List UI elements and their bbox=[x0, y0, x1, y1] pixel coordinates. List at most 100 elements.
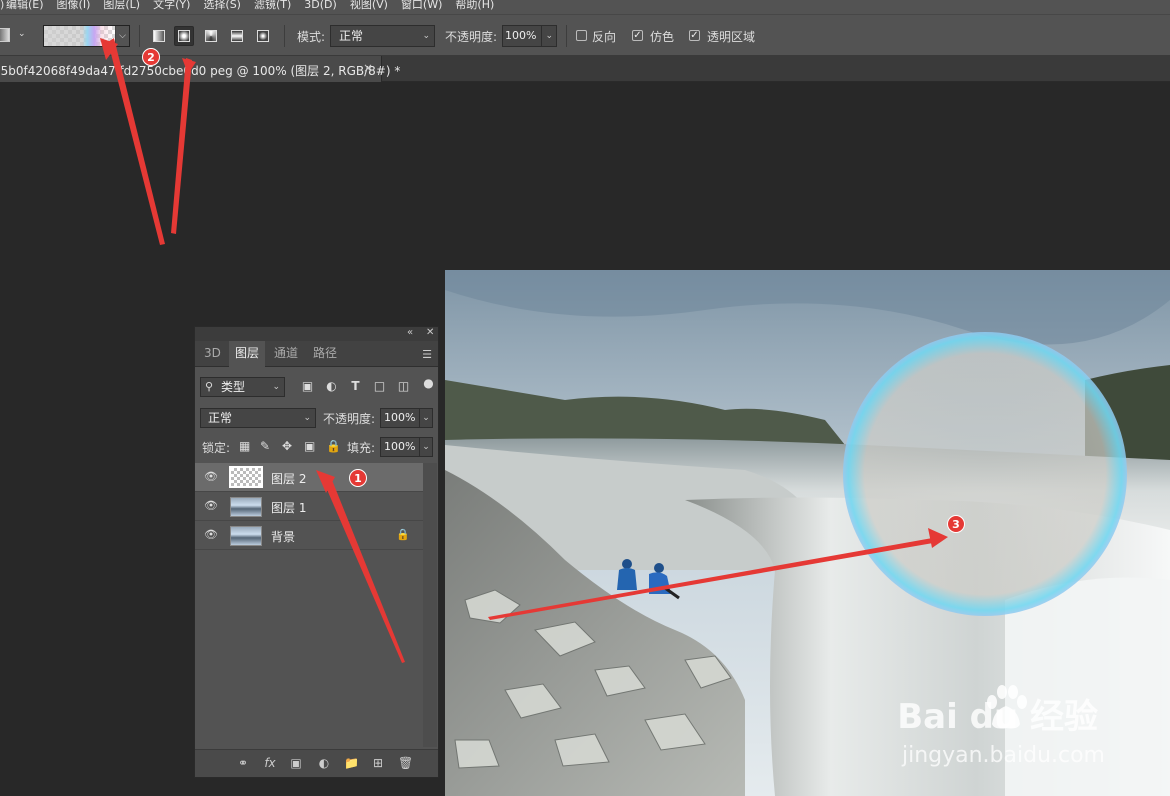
panel-menu-icon[interactable]: ☰ bbox=[422, 348, 432, 361]
layer-thumbnail bbox=[230, 526, 262, 546]
filter-type-value: 类型 bbox=[221, 380, 246, 394]
lock-transparent-pixels-icon[interactable]: ▦ bbox=[239, 439, 250, 453]
smart-object-filter-icon[interactable]: ◫ bbox=[397, 380, 410, 393]
angle-gradient-icon bbox=[205, 30, 217, 42]
reverse-checkbox[interactable] bbox=[576, 30, 587, 41]
menu-select[interactable]: 选择(S) bbox=[203, 0, 241, 10]
options-bar: ⌄ ⌵ 模式: 正常 ⌄ 不透明度: 100% ⌄ 反向 ✓ 仿色 ✓ 透明区域 bbox=[0, 14, 1170, 56]
layer-row-background[interactable]: 👁 背景 🔒 bbox=[195, 521, 423, 550]
tab-layers[interactable]: 图层 bbox=[229, 341, 266, 367]
reflected-gradient-icon bbox=[231, 30, 243, 42]
layer-name[interactable]: 图层 1 bbox=[271, 499, 306, 516]
lock-all-icon[interactable]: 🔒 bbox=[326, 439, 341, 453]
fill-label: 填充: bbox=[347, 441, 376, 455]
blend-mode-select[interactable]: 正常 ⌄ bbox=[200, 408, 316, 428]
layer-name[interactable]: 图层 2 bbox=[271, 470, 306, 487]
canvas-image[interactable]: Bai du 经验 jingyan.baidu.com bbox=[445, 270, 1170, 796]
visibility-eye-icon[interactable]: 👁 bbox=[204, 528, 218, 542]
fill-input[interactable]: 100% bbox=[380, 437, 420, 457]
close-icon[interactable]: × bbox=[363, 61, 373, 75]
type-filter-icon[interactable]: T bbox=[349, 380, 362, 393]
layer-name[interactable]: 背景 bbox=[271, 528, 295, 545]
link-layers-icon[interactable]: ⚭ bbox=[236, 756, 250, 770]
new-layer-icon[interactable]: ⊞ bbox=[371, 756, 385, 770]
reflected-gradient-button[interactable] bbox=[227, 26, 247, 46]
menu-layer[interactable]: 图层(L) bbox=[103, 0, 140, 10]
mode-select[interactable]: 正常 ⌄ bbox=[330, 25, 435, 47]
menu-type[interactable]: 文字(Y) bbox=[153, 0, 190, 10]
watermark-brand: Bai du 经验 bbox=[897, 697, 1098, 737]
menu-window[interactable]: 窗口(W) bbox=[401, 0, 442, 10]
menu-filter[interactable]: 滤镜(T) bbox=[254, 0, 291, 10]
lock-artboard-icon[interactable]: ▣ bbox=[304, 439, 315, 453]
radial-gradient-button[interactable] bbox=[174, 26, 194, 46]
layer-opacity-value: 100% bbox=[384, 411, 416, 424]
tool-preset-chevron-icon[interactable]: ⌄ bbox=[18, 29, 26, 39]
trash-icon[interactable]: 🗑 bbox=[398, 756, 413, 770]
collapse-icon[interactable]: « bbox=[407, 327, 413, 338]
panel-tabs: 3D 图层 通道 路径 ☰ bbox=[195, 341, 438, 367]
layer-thumbnail bbox=[230, 497, 262, 517]
layer-filter-row: ⚲ 类型 ⌄ ▣ ◐ T □ ◫ ● bbox=[195, 375, 438, 399]
linear-gradient-button[interactable] bbox=[149, 26, 169, 46]
layer-opacity-input[interactable]: 100% bbox=[380, 408, 420, 428]
tab-paths[interactable]: 路径 bbox=[307, 341, 343, 367]
chevron-down-icon[interactable]: ⌄ bbox=[419, 437, 433, 457]
tab-channels[interactable]: 通道 bbox=[268, 341, 304, 367]
layers-panel: « ✕ 3D 图层 通道 路径 ☰ ⚲ 类型 ⌄ ▣ ◐ T □ ◫ ● 正常 bbox=[194, 326, 439, 778]
search-icon: ⚲ bbox=[205, 380, 214, 393]
menu-view[interactable]: 视图(V) bbox=[350, 0, 388, 10]
filter-type-select[interactable]: ⚲ 类型 ⌄ bbox=[200, 377, 285, 397]
opacity-input[interactable]: 100% bbox=[502, 25, 542, 47]
document-tab[interactable]: b5b0f42068f49da47 fd2750cbe0d0 peg @ 100… bbox=[0, 56, 400, 82]
gradient-tool-icon[interactable] bbox=[0, 28, 10, 42]
divider bbox=[284, 25, 285, 47]
image-filter-icon[interactable]: ▣ bbox=[301, 380, 314, 393]
adjustment-layer-icon[interactable]: ◐ bbox=[317, 756, 331, 770]
diamond-gradient-icon bbox=[257, 30, 269, 42]
lock-image-pixels-icon[interactable]: ✎ bbox=[260, 439, 270, 453]
chevron-down-icon[interactable]: ⌄ bbox=[419, 408, 433, 428]
blend-mode-value: 正常 bbox=[208, 411, 233, 425]
add-mask-icon[interactable]: ▣ bbox=[289, 756, 303, 770]
chevron-down-icon: ⌄ bbox=[545, 31, 553, 41]
dither-checkbox[interactable]: ✓ bbox=[632, 30, 643, 41]
angle-gradient-button[interactable] bbox=[201, 26, 221, 46]
blend-row: 正常 ⌄ 不透明度: 100% ⌄ bbox=[195, 406, 438, 430]
menu-image[interactable]: 图像(I) bbox=[57, 0, 91, 10]
menu-bar: ) 编辑(E) 图像(I) 图层(L) 文字(Y) 选择(S) 滤镜(T) 3D… bbox=[0, 0, 1170, 14]
photoshop-window: ) 编辑(E) 图像(I) 图层(L) 文字(Y) 选择(S) 滤镜(T) 3D… bbox=[0, 0, 1170, 796]
opacity-value: 100% bbox=[505, 29, 537, 42]
layer-row-layer-1[interactable]: 👁 图层 1 bbox=[195, 492, 423, 521]
visibility-eye-icon[interactable]: 👁 bbox=[204, 499, 218, 513]
close-icon[interactable]: ✕ bbox=[426, 327, 434, 338]
annotation-badge-2: 2 bbox=[142, 48, 160, 66]
opacity-label: 不透明度: bbox=[445, 30, 498, 44]
layer-row-layer-2[interactable]: 👁 图层 2 bbox=[195, 463, 423, 492]
tab-3d[interactable]: 3D bbox=[198, 341, 227, 367]
panel-header: « ✕ bbox=[195, 327, 438, 341]
filter-toggle-icon[interactable]: ● bbox=[422, 377, 435, 390]
gradient-picker[interactable]: ⌵ bbox=[43, 25, 130, 47]
reverse-label: 反向 bbox=[592, 30, 617, 44]
annotation-badge-3: 3 bbox=[947, 515, 965, 533]
chevron-down-icon[interactable]: ⌵ bbox=[115, 26, 129, 46]
mode-value: 正常 bbox=[339, 29, 364, 43]
adjustment-filter-icon[interactable]: ◐ bbox=[325, 380, 338, 393]
menu-edit[interactable]: 编辑(E) bbox=[6, 0, 44, 10]
lock-icon: 🔒 bbox=[396, 528, 410, 541]
menu-3d[interactable]: 3D(D) bbox=[304, 0, 337, 10]
visibility-eye-icon[interactable]: 👁 bbox=[204, 470, 218, 484]
diamond-gradient-button[interactable] bbox=[253, 26, 273, 46]
shape-filter-icon[interactable]: □ bbox=[373, 380, 386, 393]
transparency-checkbox[interactable]: ✓ bbox=[689, 30, 700, 41]
lock-row: 锁定: ▦ ✎ ✥ ▣ 🔒 填充: 100% ⌄ bbox=[195, 435, 438, 459]
layers-scrollbar[interactable] bbox=[423, 463, 437, 747]
opacity-dropdown[interactable]: ⌄ bbox=[541, 25, 557, 47]
new-group-icon[interactable]: 📁 bbox=[344, 756, 359, 770]
lock-position-icon[interactable]: ✥ bbox=[282, 439, 292, 453]
menu-help[interactable]: 帮助(H) bbox=[455, 0, 494, 10]
chevron-down-icon: ⌄ bbox=[303, 413, 311, 423]
gradient-preview bbox=[44, 26, 114, 46]
fx-icon[interactable]: fx bbox=[263, 756, 277, 770]
